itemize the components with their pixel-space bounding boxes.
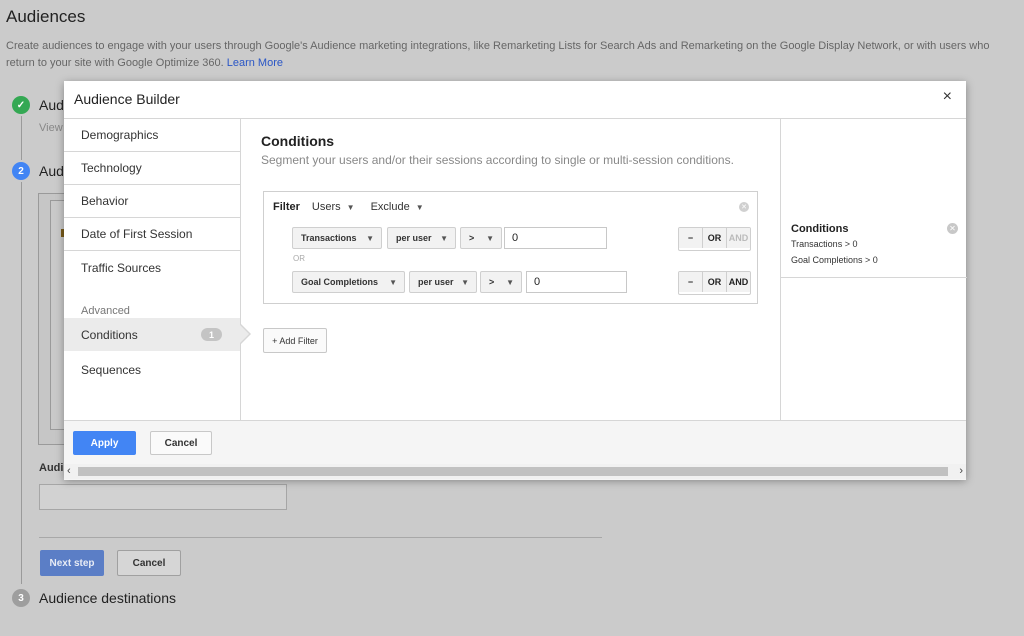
and-button[interactable]: AND: [727, 272, 750, 292]
audience-name-label: Audi: [39, 462, 64, 474]
summary-line: Transactions > 0: [791, 239, 858, 249]
sidebar-item-technology[interactable]: Technology: [64, 152, 240, 185]
chevron-down-icon: ▼: [346, 203, 355, 212]
chevron-down-icon: ▼: [389, 277, 397, 287]
per-select[interactable]: per user ▼: [409, 271, 477, 293]
summary-panel: Conditions ✕ Transactions > 0 Goal Compl…: [780, 119, 967, 420]
remove-filter-icon[interactable]: ✕: [739, 202, 749, 212]
remove-summary-icon[interactable]: ✕: [947, 223, 958, 234]
operator-select-value: >: [469, 233, 475, 243]
or-separator: OR: [293, 254, 305, 263]
row-action-buttons: − OR AND: [678, 227, 751, 251]
modal-header: Audience Builder ×: [64, 81, 966, 119]
filter-box: Filter Users ▼ Exclude ▼ ✕ Transactions ▼ p…: [263, 191, 758, 304]
scroll-left-icon[interactable]: ‹: [67, 465, 71, 477]
sidebar-item-traffic-sources[interactable]: Traffic Sources: [64, 251, 240, 284]
page-title: Audiences: [6, 7, 86, 26]
or-button[interactable]: OR: [703, 272, 727, 292]
row-action-buttons: − OR AND: [678, 271, 751, 295]
remove-row-button[interactable]: −: [679, 228, 703, 248]
sidebar-item-demographics[interactable]: Demographics: [64, 119, 240, 152]
scrollbar-thumb[interactable]: [78, 467, 948, 476]
conditions-panel: Conditions Segment your users and/or the…: [241, 119, 780, 420]
summary-line: Goal Completions > 0: [791, 255, 878, 265]
sidebar-item-behavior[interactable]: Behavior: [64, 185, 240, 218]
step2-number: 2: [12, 162, 30, 180]
conditions-count-badge: 1: [201, 328, 222, 341]
page-description: Create audiences to engage with your use…: [6, 38, 1021, 72]
filter-mode-value: Exclude: [370, 201, 410, 213]
filter-scope-dropdown[interactable]: Users ▼: [312, 201, 355, 213]
dimension-select-value: Transactions: [301, 233, 357, 243]
step3-label: Audience destinations: [39, 590, 176, 606]
chevron-down-icon: ▼: [440, 233, 448, 243]
filter-header: Filter Users ▼ Exclude ▼: [273, 201, 424, 213]
remove-row-button[interactable]: −: [679, 272, 703, 292]
step3-number: 3: [12, 589, 30, 607]
modal-title: Audience Builder: [74, 91, 180, 107]
sidebar-group-advanced: Advanced: [81, 305, 130, 317]
sidebar-item-label: Conditions: [81, 327, 138, 342]
apply-button[interactable]: Apply: [73, 431, 136, 455]
filter-mode-dropdown[interactable]: Exclude ▼: [371, 201, 424, 213]
step-complete-icon: ✓: [12, 96, 30, 114]
per-select-value: per user: [418, 277, 454, 287]
chevron-down-icon: ▼: [366, 233, 374, 243]
chevron-down-icon: ▼: [415, 203, 424, 212]
per-select[interactable]: per user ▼: [387, 227, 456, 249]
add-filter-button[interactable]: + Add Filter: [263, 328, 327, 353]
and-button[interactable]: AND: [727, 228, 750, 248]
summary-divider: [781, 277, 967, 278]
filter-label: Filter: [273, 201, 300, 213]
scroll-right-icon[interactable]: ›: [959, 465, 963, 477]
divider: [39, 537, 602, 538]
chevron-down-icon: ▼: [506, 277, 514, 287]
page-description-text: Create audiences to engage with your use…: [6, 40, 990, 69]
cancel-button[interactable]: Cancel: [117, 550, 181, 576]
chevron-down-icon: ▼: [486, 233, 494, 243]
operator-select[interactable]: > ▼: [460, 227, 502, 249]
step1-sub[interactable]: View: [39, 122, 63, 134]
step-connector: [21, 116, 22, 160]
operator-select-value: >: [489, 277, 495, 287]
chevron-down-icon: ▼: [461, 277, 469, 287]
audience-name-input[interactable]: [39, 484, 287, 510]
audience-builder-modal: Audience Builder × Demographics Technolo…: [64, 81, 967, 480]
step-connector: [21, 182, 22, 584]
step2-label: Aud: [39, 163, 64, 179]
sidebar-item-date-of-first-session[interactable]: Date of First Session: [64, 218, 240, 251]
close-icon[interactable]: ×: [943, 88, 952, 106]
step1-label: Aud: [39, 97, 64, 113]
summary-title: Conditions: [791, 223, 849, 235]
dimension-select[interactable]: Goal Completions ▼: [292, 271, 405, 293]
sidebar-item-conditions[interactable]: Conditions 1: [64, 318, 251, 351]
or-button[interactable]: OR: [703, 228, 727, 248]
conditions-title: Conditions: [261, 133, 335, 149]
conditions-description: Segment your users and/or their sessions…: [261, 153, 734, 167]
modal-cancel-button[interactable]: Cancel: [150, 431, 212, 455]
operator-select[interactable]: > ▼: [480, 271, 522, 293]
dimension-select-value: Goal Completions: [301, 277, 379, 287]
filter-scope-value: Users: [311, 201, 341, 213]
modal-sidebar: Demographics Technology Behavior Date of…: [64, 119, 251, 420]
sidebar-item-sequences[interactable]: Sequences: [64, 353, 240, 386]
next-step-button[interactable]: Next step: [40, 550, 104, 576]
value-input[interactable]: 0: [526, 271, 627, 293]
per-select-value: per user: [396, 233, 432, 243]
dimension-select[interactable]: Transactions ▼: [292, 227, 382, 249]
learn-more-link[interactable]: Learn More: [227, 57, 283, 69]
horizontal-scrollbar[interactable]: ‹ ›: [64, 464, 966, 479]
value-input[interactable]: 0: [504, 227, 607, 249]
